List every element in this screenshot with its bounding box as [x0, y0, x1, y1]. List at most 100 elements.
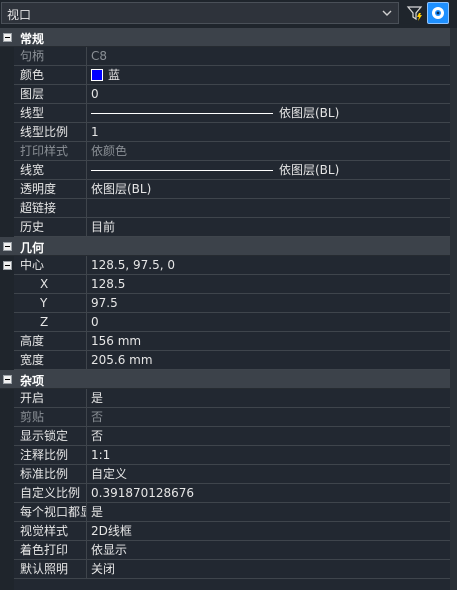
property-value[interactable]: 97.5 [91, 294, 446, 312]
property-value[interactable] [91, 199, 446, 217]
property-value-text: 0 [91, 315, 99, 329]
property-row[interactable]: 显示锁定否 [14, 427, 450, 446]
property-name: 自定义比例 [14, 484, 87, 502]
property-row[interactable]: Y 97.5 [14, 294, 450, 313]
property-value[interactable]: 156 mm [91, 332, 446, 350]
property-name: 默认照明 [14, 560, 87, 578]
property-value[interactable]: 205.6 mm [91, 351, 446, 369]
property-value-text: 依显示 [91, 543, 128, 557]
property-name: 注释比例 [14, 446, 87, 464]
property-value-text: 128.5 [91, 277, 126, 291]
property-name: 透明度 [14, 180, 87, 198]
property-name: X [14, 275, 87, 293]
property-row[interactable]: 历史 目前 [14, 218, 450, 237]
property-row[interactable]: 线型 依图层(BL) [14, 104, 450, 123]
property-value-text: 否 [91, 410, 104, 424]
section-title: 常规 [20, 32, 45, 46]
property-row[interactable]: 宽度 205.6 mm [14, 351, 450, 370]
property-row[interactable]: 着色打印 依显示 [14, 541, 450, 560]
toolbar: 视口 [0, 0, 457, 28]
property-value[interactable]: 依颜色 [91, 142, 446, 160]
property-name: 图层 [14, 85, 87, 103]
property-value-text: 依颜色 [91, 144, 128, 158]
property-name: 着色打印 [14, 541, 87, 559]
collapse-icon[interactable] [3, 261, 12, 270]
property-value-text: 目前 [91, 220, 116, 234]
pickadd-eye-icon[interactable] [427, 2, 449, 24]
property-name: 历史 [14, 218, 87, 236]
property-value[interactable]: 目前 [91, 218, 446, 236]
property-value[interactable]: 是 [91, 503, 446, 521]
property-row[interactable]: 开启是 [14, 389, 450, 408]
collapse-icon[interactable] [3, 375, 12, 384]
property-value[interactable]: 1:1 [91, 446, 446, 464]
property-row[interactable]: 中心 128.5, 97.5, 0 [3, 256, 450, 275]
property-value[interactable]: 否 [91, 427, 446, 445]
chevron-down-icon[interactable] [378, 3, 396, 23]
property-name: 高度 [14, 332, 87, 350]
property-value[interactable]: 依图层(BL) [91, 161, 446, 179]
property-value[interactable]: C8 [91, 47, 446, 65]
property-row[interactable]: 自定义比例 0.391870128676 [14, 484, 450, 503]
section-header[interactable]: 杂项 [0, 370, 450, 389]
property-row[interactable]: 句柄 C8 [14, 47, 450, 66]
property-row[interactable]: 线型比例 1 [14, 123, 450, 142]
linetype-preview [91, 170, 273, 171]
property-value[interactable]: 0 [91, 313, 446, 331]
property-row[interactable]: 透明度 依图层(BL) [14, 180, 450, 199]
property-name: 颜色 [14, 66, 87, 84]
property-value[interactable]: 128.5, 97.5, 0 [91, 256, 446, 274]
property-value[interactable]: 128.5 [91, 275, 446, 293]
color-swatch [91, 69, 103, 81]
property-value[interactable]: 依图层(BL) [91, 104, 446, 122]
property-row[interactable]: 视觉样式 2D线框 [14, 522, 450, 541]
property-value-text: 否 [91, 429, 104, 443]
section-header[interactable]: 常规 [0, 28, 450, 47]
section-title: 几何 [20, 241, 45, 255]
property-row[interactable]: X 128.5 [14, 275, 450, 294]
property-row[interactable]: 剪贴否 [14, 408, 450, 427]
property-name: 视觉样式 [14, 522, 87, 540]
property-value-text: 自定义 [91, 467, 128, 481]
property-name: 每个视口都显示UCS [14, 503, 87, 521]
property-row[interactable]: Z0 [14, 313, 450, 332]
property-row[interactable]: 注释比例 1:1 [14, 446, 450, 465]
property-value-text: 97.5 [91, 296, 118, 310]
property-value[interactable]: 关闭 [91, 560, 446, 578]
property-row[interactable]: 每个视口都显示UCS 是 [14, 503, 450, 522]
property-value[interactable]: 2D线框 [91, 522, 446, 540]
property-value[interactable]: 依显示 [91, 541, 446, 559]
property-value-text: C8 [91, 49, 108, 63]
property-row[interactable]: 图层 0 [14, 85, 450, 104]
property-name: 开启 [14, 389, 87, 407]
property-row[interactable]: 线宽 依图层(BL) [14, 161, 450, 180]
property-value[interactable]: 0 [91, 85, 446, 103]
property-row[interactable]: 颜色 蓝 [14, 66, 450, 85]
collapse-icon[interactable] [3, 33, 12, 42]
property-value[interactable]: 0.391870128676 [91, 484, 446, 502]
section-header[interactable]: 几何 [0, 237, 450, 256]
property-value[interactable]: 依图层(BL) [91, 180, 446, 198]
property-value-text: 0.391870128676 [91, 486, 195, 500]
property-row[interactable]: 高度 156 mm [14, 332, 450, 351]
property-value-text: 128.5, 97.5, 0 [91, 258, 175, 272]
property-value-text: 关闭 [91, 562, 116, 576]
property-value[interactable]: 否 [91, 408, 446, 426]
property-row[interactable]: 超链接 [14, 199, 450, 218]
quick-select-filter-icon[interactable] [404, 2, 426, 24]
collapse-icon[interactable] [3, 242, 12, 251]
property-name: Y [14, 294, 87, 312]
property-row[interactable]: 打印样式 依颜色 [14, 142, 450, 161]
property-row[interactable]: 默认照明 关闭 [14, 560, 450, 579]
vertical-scrollbar[interactable] [450, 28, 457, 590]
property-name: 线型 [14, 104, 87, 122]
property-value[interactable]: 蓝 [91, 66, 446, 84]
property-row[interactable]: 标准比例 自定义 [14, 465, 450, 484]
property-value-text: 依图层(BL) [279, 163, 340, 177]
property-value[interactable]: 1 [91, 123, 446, 141]
property-name: 打印样式 [14, 142, 87, 160]
property-value[interactable]: 是 [91, 389, 446, 407]
property-value-text: 依图层(BL) [91, 182, 152, 196]
object-type-select[interactable]: 视口 [1, 2, 399, 24]
property-value[interactable]: 自定义 [91, 465, 446, 483]
